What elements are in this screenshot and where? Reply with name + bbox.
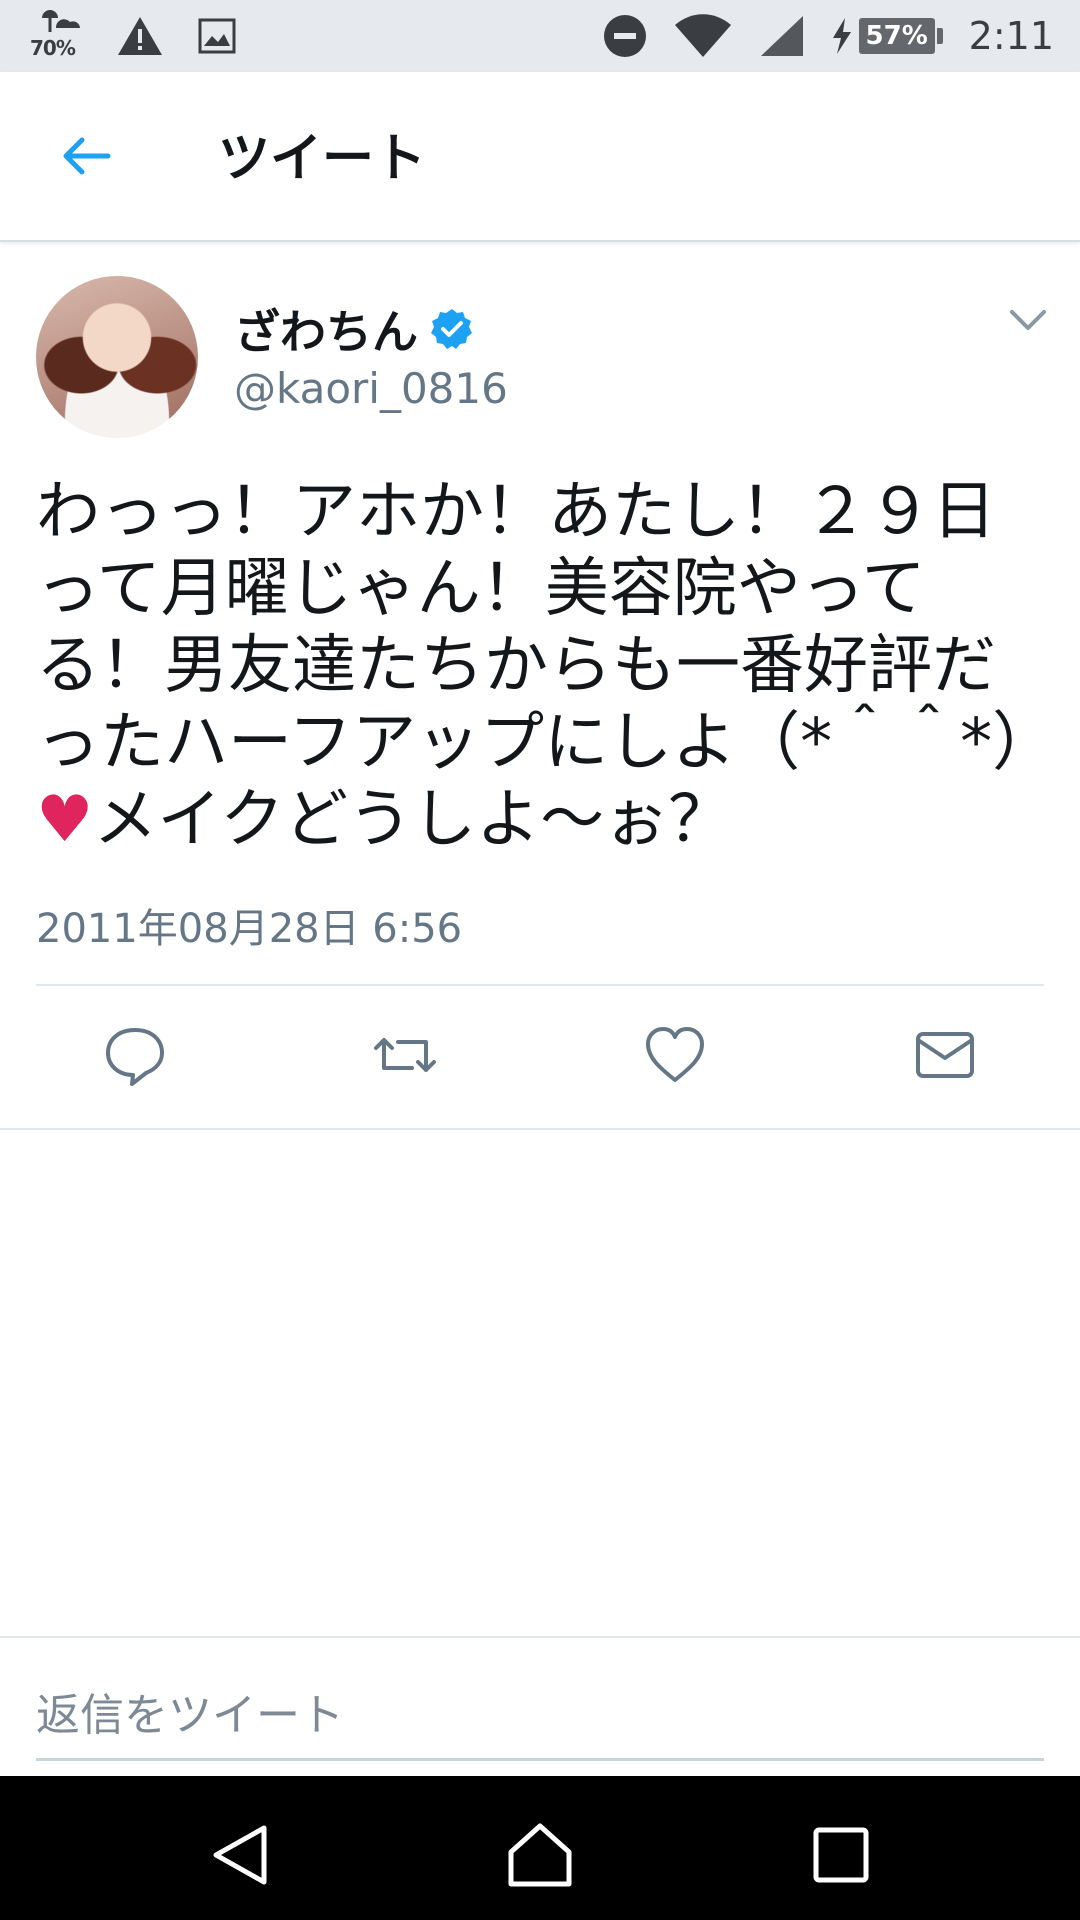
battery-percent: 57% [865,21,928,51]
weather-icon: 70% [28,10,82,62]
retweet-icon[interactable] [370,1020,440,1090]
divider [0,1636,1080,1638]
tweet-action-bar [0,1020,1080,1094]
chevron-down-icon[interactable] [1008,306,1048,334]
charging-icon [832,18,851,54]
divider [36,984,1044,986]
app-header: ツイート [0,72,1080,242]
dnd-icon [603,15,646,57]
status-bar: 70% 57% 2:11 [0,0,1080,72]
nav-recents-icon[interactable] [806,1820,876,1890]
weather-percent: 70% [30,36,76,60]
author-handle[interactable]: @kaori_0816 [234,364,508,413]
nav-home-icon[interactable] [505,1820,575,1890]
tweet-text: わっっ！アホか！あたし！２９日って月曜じゃん！美容院やってる！男友達たちからも一… [36,475,1057,857]
reply-input[interactable] [36,1672,1044,1761]
like-icon[interactable] [640,1020,710,1090]
divider [0,1128,1080,1130]
reply-icon[interactable] [100,1020,170,1090]
author-name[interactable]: ざわちん [234,296,418,362]
image-icon [198,18,236,54]
battery-icon: 57% [858,18,943,54]
clock: 2:11 [968,14,1054,58]
tweet-timestamp: 2011年08月28日 6:56 [36,906,463,952]
signal-icon [760,16,803,56]
heart-emoji: ♥ [36,783,94,857]
back-arrow-icon[interactable] [56,126,116,186]
page-title: ツイート [218,129,427,189]
direct-message-icon[interactable] [910,1020,980,1090]
avatar[interactable] [36,276,198,438]
system-nav-bar [0,1776,1080,1920]
nav-back-icon[interactable] [206,1820,276,1890]
warning-icon [118,17,162,55]
verified-badge-icon [431,309,472,349]
wifi-icon [674,14,731,57]
